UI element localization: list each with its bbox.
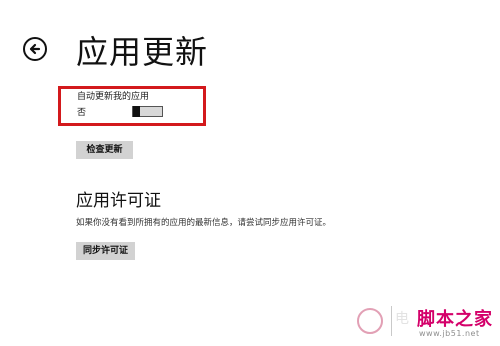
auto-update-toggle[interactable]	[132, 106, 163, 117]
watermark-text: 脚本之家	[417, 309, 493, 330]
back-button[interactable]	[23, 37, 47, 61]
watermark: 电 脚本之家 www.jb51.net	[353, 302, 500, 346]
sync-licenses-button[interactable]: 同步许可证	[76, 242, 135, 260]
watermark-divider	[391, 306, 392, 336]
back-arrow-icon	[29, 43, 41, 55]
watermark-logo-icon	[357, 308, 383, 334]
auto-update-label: 自动更新我的应用	[77, 92, 150, 102]
toggle-thumb[interactable]	[133, 106, 140, 117]
watermark-url: www.jb51.net	[419, 329, 480, 338]
page-title: 应用更新	[76, 33, 209, 71]
watermark-faint-text: 电	[395, 311, 409, 327]
check-updates-button[interactable]: 检查更新	[76, 141, 133, 159]
license-section-heading: 应用许可证	[76, 191, 161, 211]
auto-update-state: 否	[77, 108, 87, 118]
license-section-description: 如果你没有看到所拥有的应用的最新信息，请尝试同步应用许可证。	[76, 218, 332, 228]
